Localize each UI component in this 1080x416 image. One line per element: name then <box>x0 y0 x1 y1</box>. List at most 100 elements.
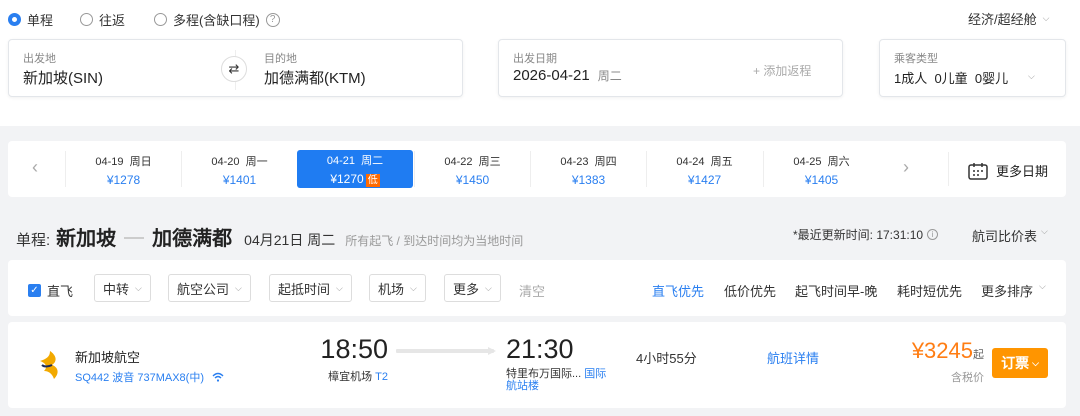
heading-date: 04月21日 周二 <box>244 232 336 248</box>
swap-route-button[interactable]: ⇄ <box>221 56 247 82</box>
filter-label: 机场 <box>378 281 405 297</box>
date-option-price-value: ¥1405 <box>804 173 839 187</box>
chevron-down-icon: ⌵ <box>235 282 242 293</box>
filter-label: 中转 <box>103 281 130 297</box>
date-option-price: ¥1383 <box>531 173 646 187</box>
chevron-down-icon: ⌵ <box>1042 13 1050 23</box>
sort-shortest[interactable]: 耗时短优先 <box>897 281 962 300</box>
chevron-down-icon: ⌵ <box>1028 71 1035 81</box>
calendar-icon <box>968 162 988 180</box>
flight-duration: 4小时55分 <box>636 351 697 366</box>
cabin-class-label: 经济/超经舱 <box>968 12 1037 27</box>
last-updated-text: *最近更新时间: 17:31:10 <box>793 228 924 242</box>
to-field[interactable]: 加德满都(KTM) <box>264 67 366 88</box>
more-dates-button[interactable]: 更多日期 <box>968 161 1048 180</box>
airport-filter[interactable]: 机场 ⌵ <box>369 274 426 302</box>
flight-row[interactable]: 新加坡航空 SQ442 波音 737MAX8(中) 18:50 樟宜机场 T2 … <box>8 322 1066 408</box>
date-option-price: ¥1270 低 <box>297 172 413 187</box>
price-value: ¥3245 <box>911 338 973 363</box>
date-option[interactable]: 04-24 周五 ¥1427 <box>646 151 762 187</box>
date-option-price: ¥1401 <box>182 173 297 187</box>
date-option[interactable]: 04-21 周二 ¥1270 低 <box>297 150 413 188</box>
filter-bar: ✓ 直飞 中转 ⌵ 航空公司 ⌵ 起抵时间 ⌵ 机场 ⌵ 更多 ⌵ 清空 直飞优先 低价优… <box>8 260 1066 316</box>
sort-direct-first[interactable]: 直飞优先 <box>652 281 704 300</box>
sort-low-price[interactable]: 低价优先 <box>724 281 776 300</box>
swap-icon: ⇄ <box>228 61 240 76</box>
local-time-note: 所有起飞 / 到达时间均为当地时间 <box>345 234 524 248</box>
add-return-button[interactable]: + 添加返程 <box>753 62 811 79</box>
filter-label: 更多 <box>453 281 480 297</box>
flight-details-link[interactable]: 航班详情 <box>767 348 819 367</box>
trip-type-label: 单程 <box>27 13 54 28</box>
arrival-airport: 特里布万国际... 国际 航站楼 <box>506 368 606 392</box>
filter-label: 航空公司 <box>177 281 230 297</box>
date-option-date: 04-24 周五 <box>676 156 733 168</box>
date-option-price-value: ¥1383 <box>571 173 606 187</box>
flight-number-aircraft: SQ442 波音 737MAX8(中) <box>75 372 204 384</box>
info-icon[interactable]: i <box>927 229 939 240</box>
result-heading: 单程: 新加坡 加德满都 04月21日 周二 所有起飞 / 到达时间均为当地时间 <box>16 222 523 251</box>
to-label: 目的地 <box>264 53 297 65</box>
flight-path-line <box>396 347 496 355</box>
chevron-down-icon: ⌵ <box>485 282 492 293</box>
date-option[interactable]: 04-22 周三 ¥1450 <box>414 151 530 187</box>
passenger-count: 1成人 0儿童 0婴儿 <box>894 71 1009 86</box>
date-option-price: ¥1405 <box>764 173 879 187</box>
chevron-down-icon: ⌵ <box>410 282 417 293</box>
trip-type-multi[interactable]: 多程(含缺口程) ? <box>154 10 280 29</box>
date-option-date: 04-20 周一 <box>211 156 268 168</box>
price-suffix: 起 <box>973 349 984 361</box>
last-updated: *最近更新时间: 17:31:10 i <box>793 226 939 243</box>
date-option-date: 04-19 周日 <box>95 156 152 168</box>
arrival-airport-name: 特里布万国际... <box>506 368 582 380</box>
help-icon[interactable]: ? <box>265 12 280 27</box>
radio-icon <box>154 13 167 26</box>
date-option[interactable]: 04-23 周四 ¥1383 <box>530 151 646 187</box>
direct-filter-checkbox[interactable]: ✓ 直飞 <box>28 281 73 300</box>
lowest-price-badge: 低 <box>365 174 380 187</box>
next-dates-arrow-icon[interactable]: › <box>903 157 909 178</box>
time-filter[interactable]: 起抵时间 ⌵ <box>269 274 352 302</box>
trip-type-one-way[interactable]: 单程 <box>8 10 53 29</box>
flight-price: ¥3245起 <box>888 338 984 364</box>
date-option[interactable]: 04-25 周六 ¥1405 <box>763 151 879 187</box>
date-option-price-value: ¥1270 <box>330 172 364 186</box>
trip-type-round-trip[interactable]: 往返 <box>80 10 125 29</box>
date-option[interactable]: 04-20 周一 ¥1401 <box>181 151 297 187</box>
book-button[interactable]: 订票 ⌵ <box>992 348 1048 378</box>
cabin-class-select[interactable]: 经济/超经舱 ⌵ <box>968 9 1049 28</box>
departure-date: 2026-04-21 <box>513 67 590 84</box>
airline-compare-button[interactable]: 航司比价表 ⌵ <box>972 226 1048 245</box>
more-sort-label: 更多排序 <box>981 284 1034 299</box>
sort-departure-time[interactable]: 起飞时间早-晚 <box>795 281 877 300</box>
departure-date-field[interactable]: 2026-04-21 周二 <box>513 67 622 84</box>
more-sort-button[interactable]: 更多排序 ⌵ <box>981 281 1046 300</box>
radio-selected-icon <box>8 13 21 26</box>
route-card: 出发地 新加坡(SIN) ⇄ 目的地 加德满都(KTM) <box>8 39 463 97</box>
divider <box>948 152 949 186</box>
clear-filters-button[interactable]: 清空 <box>519 281 545 300</box>
chevron-down-icon: ⌵ <box>1032 357 1039 368</box>
date-option-date: 04-23 周四 <box>560 156 617 168</box>
heading-prefix: 单程: <box>16 232 51 249</box>
passenger-type-label: 乘客类型 <box>894 53 938 65</box>
departure-terminal: T2 <box>375 371 388 383</box>
route-arrow-icon <box>124 237 145 239</box>
departure-weekday: 周二 <box>597 69 622 83</box>
filter-label: 起抵时间 <box>278 281 331 297</box>
flight-info[interactable]: SQ442 波音 737MAX8(中) <box>75 369 224 385</box>
trip-type-label: 多程(含缺口程) <box>173 13 260 28</box>
more-filter[interactable]: 更多 ⌵ <box>444 274 501 302</box>
singapore-airlines-logo-icon <box>40 351 58 379</box>
direct-filter-label: 直飞 <box>47 284 74 299</box>
compare-label: 航司比价表 <box>972 229 1038 244</box>
passengers-card[interactable]: 乘客类型 1成人 0儿童 0婴儿 ⌵ <box>879 39 1066 97</box>
date-option[interactable]: 04-19 周日 ¥1278 <box>65 151 181 187</box>
date-option-date: 04-21 周二 <box>326 155 384 167</box>
airline-filter[interactable]: 航空公司 ⌵ <box>168 274 251 302</box>
transfer-filter[interactable]: 中转 ⌵ <box>94 274 151 302</box>
chevron-down-icon: ⌵ <box>336 282 343 293</box>
more-dates-label: 更多日期 <box>996 164 1049 179</box>
prev-dates-arrow-icon[interactable]: ‹ <box>32 157 38 178</box>
from-field[interactable]: 新加坡(SIN) <box>23 67 103 88</box>
